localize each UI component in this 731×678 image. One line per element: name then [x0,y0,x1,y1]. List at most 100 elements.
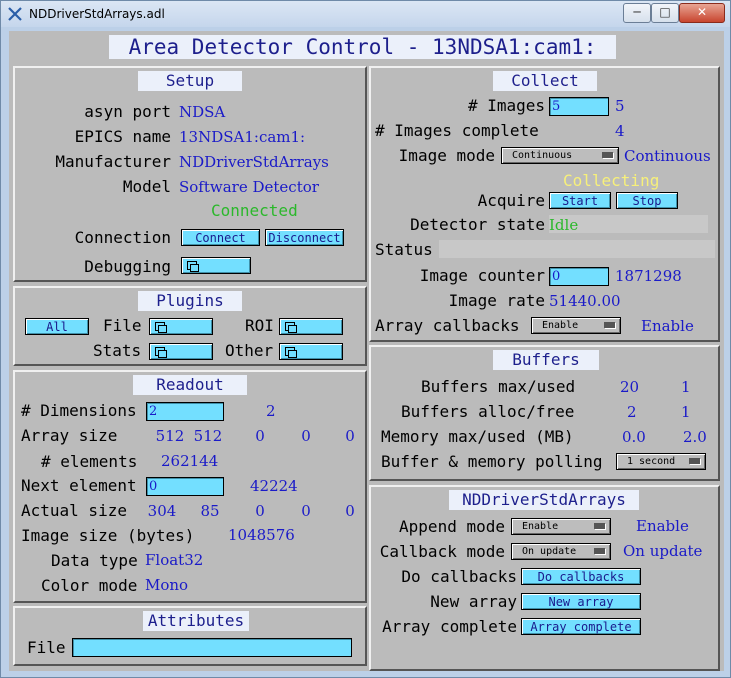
related-display-icon [155,322,167,333]
plugins-all-button[interactable]: All [25,318,89,335]
epics-name-value: 13NDSA1:cam1: [179,128,306,146]
callback-mode-value: On update [623,542,703,560]
status-label: Status [375,240,433,259]
memory-max-value: 0.0 [622,428,646,446]
images-complete-label: # Images complete [375,121,539,140]
actual-size-3: 0 [301,502,311,520]
buffers-panel: Buffers Buffers max/used 20 1 Buffers al… [369,345,720,481]
memory-label: Memory max/used (MB) [381,427,574,446]
array-size-4: 0 [345,427,355,445]
array-callbacks-select[interactable]: Enable [531,317,621,334]
array-callbacks-value: Enable [641,317,694,335]
array-callbacks-label: Array callbacks [375,316,520,335]
readout-title: Readout [133,375,247,395]
other-plugin-label: Other [225,341,274,360]
window-title: NDDriverStdArrays.adl [29,7,165,21]
images-input[interactable]: 5 [549,97,609,116]
start-button[interactable]: Start [549,192,611,209]
maximize-button[interactable]: □ [651,3,679,23]
images-label: # Images [467,96,545,115]
dropdown-arrow-icon [604,322,615,328]
manufacturer-label: Manufacturer [55,152,171,171]
elements-label: # elements [41,452,138,471]
application-window: NDDriverStdArrays.adl ─ □ ✕ Area Detecto… [0,0,731,678]
attributes-title: Attributes [143,611,249,631]
debugging-menu[interactable] [181,257,251,274]
image-size-label: Image size (bytes) [21,526,195,545]
other-plugin-menu[interactable] [279,343,343,360]
array-size-label: Array size [21,426,118,445]
actual-size-0: 304 [147,502,177,520]
buffers-free-value: 1 [681,403,691,421]
attributes-file-input[interactable] [72,638,352,657]
color-mode-label: Color mode [41,576,138,595]
dimensions-label: # Dimensions [21,401,137,420]
title-bar[interactable]: NDDriverStdArrays.adl ─ □ ✕ [1,1,730,27]
related-display-icon [285,322,297,333]
epics-name-label: EPICS name [74,127,171,146]
append-mode-label: Append mode [399,517,505,536]
readout-panel: Readout # Dimensions 2 2 Array size 512 … [13,370,367,603]
actual-size-1: 85 [200,502,220,520]
new-array-button[interactable]: New array [521,593,641,610]
page-title: Area Detector Control - 13NDSA1:cam1: [109,35,616,59]
array-size-3: 0 [301,427,311,445]
detector-state-label: Detector state [410,215,545,234]
image-mode-select-value: Continuous [512,150,573,161]
buffers-max-used-label: Buffers max/used [421,377,576,396]
related-display-icon [155,347,167,358]
images-complete-value: 4 [615,122,625,140]
memory-used-value: 2.0 [683,428,707,446]
roi-plugin-menu[interactable] [279,318,343,335]
polling-select[interactable]: 1 second [616,453,706,470]
image-counter-label: Image counter [419,266,545,285]
connection-label: Connection [74,228,171,247]
plugins-title: Plugins [138,291,242,311]
polling-label: Buffer & memory polling [381,452,603,471]
dropdown-arrow-icon [602,152,613,158]
callback-mode-select-value: On update [522,546,577,557]
array-size-0: 512 [155,427,185,445]
image-counter-input[interactable]: 0 [549,267,609,286]
close-button[interactable]: ✕ [679,3,725,23]
file-plugin-label: File [103,316,142,335]
array-complete-button[interactable]: Array complete [521,618,641,635]
dimensions-input[interactable]: 2 [146,402,224,421]
collect-panel: Collect # Images 5 5 # Images complete 4… [369,66,720,342]
nddriverstdarrays-panel: NDDriverStdArrays Append mode Enable Ena… [369,485,720,671]
image-rate-label: Image rate [448,291,545,310]
app-icon [8,7,22,21]
do-callbacks-button[interactable]: Do callbacks [521,568,641,585]
buffers-max-value: 20 [620,378,640,396]
actual-size-4: 0 [345,502,355,520]
screen-area: Area Detector Control - 13NDSA1:cam1: Se… [9,31,724,671]
append-mode-select[interactable]: Enable [511,518,611,535]
image-mode-select[interactable]: Continuous [501,147,619,164]
buffers-used-value: 1 [681,378,691,396]
dimensions-value: 2 [266,402,276,420]
next-element-value: 42224 [250,477,298,495]
model-label: Model [122,177,171,196]
model-value: Software Detector [179,178,319,196]
attributes-file-label: File [27,638,66,657]
actual-size-2: 0 [255,502,265,520]
do-callbacks-label: Do callbacks [401,567,517,586]
array-complete-label: Array complete [382,617,517,636]
disconnect-button[interactable]: Disconnect [265,229,344,246]
related-display-icon [187,261,199,272]
image-size-value: 1048576 [228,526,295,544]
array-size-2: 0 [255,427,265,445]
detector-state-value: Idle [549,216,579,234]
data-type-value: Float32 [145,551,204,569]
actual-size-label: Actual size [21,501,127,520]
next-element-input[interactable]: 0 [146,477,224,496]
stats-plugin-menu[interactable] [149,343,213,360]
callback-mode-select[interactable]: On update [511,543,611,560]
minimize-button[interactable]: ─ [623,3,651,23]
file-plugin-menu[interactable] [149,318,213,335]
connect-button[interactable]: Connect [181,229,260,246]
stop-button[interactable]: Stop [616,192,678,209]
elements-value: 262144 [161,452,219,470]
images-value: 5 [615,97,625,115]
connection-status: Connected [211,201,298,220]
